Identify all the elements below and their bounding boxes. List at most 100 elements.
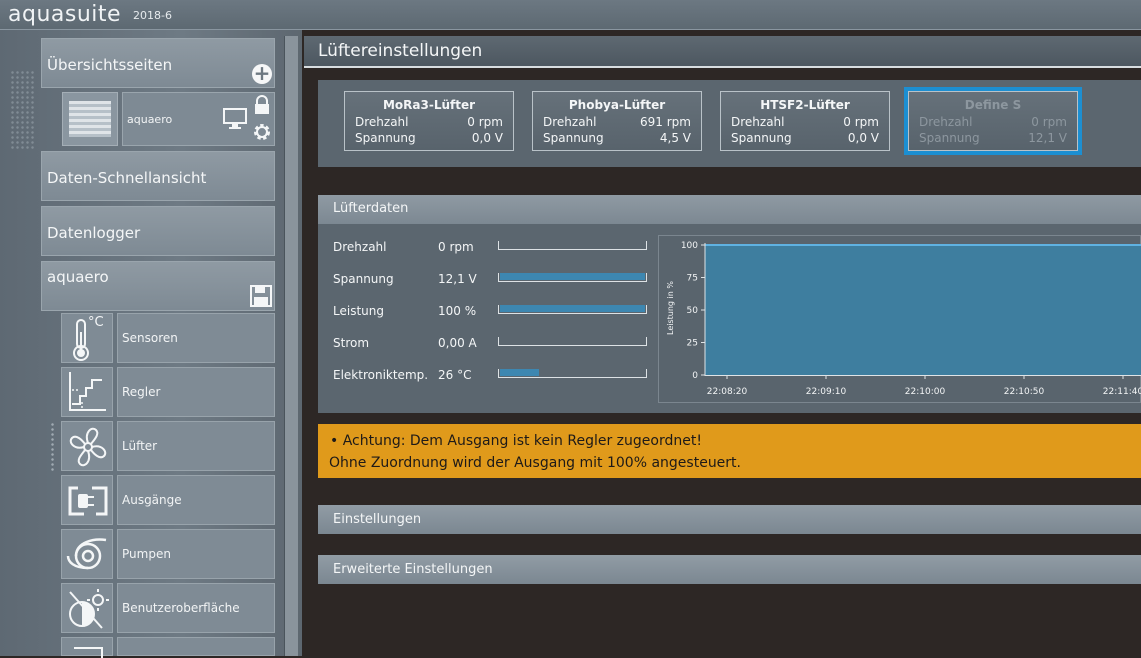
device-section-label: aquaero [47, 268, 109, 286]
voltage-value: 0,0 V [847, 131, 879, 145]
fan-data-row-bar [498, 241, 647, 250]
warning-line-2: Ohne Zuordnung wird der Ausgang mit 100%… [329, 455, 741, 471]
speed-label: Drehzahl [919, 115, 973, 129]
fan-card-mora3[interactable]: MoRa3-Lüfter Drehzahl 0 rpm Spannung 0,0… [344, 91, 514, 151]
chart-y-axis-label: Leistung in % [666, 281, 675, 335]
sidebar-item-label: Sensoren [122, 331, 178, 345]
add-page-icon[interactable]: + [252, 63, 272, 84]
fan-data-row-label: Spannung [333, 272, 394, 286]
voltage-label: Spannung [543, 131, 604, 145]
advanced-settings-section[interactable]: Erweiterte Einstellungen [318, 555, 1141, 584]
sidebar-item-controller[interactable]: Regler [61, 367, 275, 417]
advanced-settings-label: Erweiterte Einstellungen [333, 562, 493, 577]
sidebar-item-label: Lüfter [122, 439, 158, 453]
fan-data-row-value: 26 °C [438, 368, 472, 382]
sidebar-drag-dots [10, 70, 36, 150]
sidebar-drag-dots-2 [50, 422, 56, 472]
fan-name: HTSF2-Lüfter [760, 98, 850, 112]
fan-card-define-s[interactable]: Define S Drehzahl 0 rpm Spannung 12,1 V [904, 87, 1082, 155]
sidebar-item-outputs[interactable]: Ausgänge [61, 475, 275, 525]
fan-data-row-bar-fill [500, 273, 645, 280]
fan-icon [61, 421, 113, 471]
chart-x-tick-label: 22:08:20 [707, 387, 748, 397]
fan-data-row-label: Leistung [333, 304, 384, 318]
overview-pages[interactable]: Übersichtsseiten + [41, 38, 275, 88]
speed-value: 0 rpm [843, 115, 879, 129]
warning-line-1: • Achtung: Dem Ausgang ist kein Regler z… [330, 433, 702, 449]
fan-data-row-value: 100 % [438, 304, 477, 318]
fan-data-row-bar [498, 369, 647, 378]
sidebar-item-partial[interactable] [61, 637, 275, 658]
chart-x-tick-label: 22:11:40 [1103, 387, 1141, 397]
datalogger-button[interactable]: Datenlogger [41, 206, 275, 256]
voltage-value: 0,0 V [471, 131, 503, 145]
pump-icon [61, 529, 113, 579]
sidebar-scrollbar[interactable] [284, 36, 298, 656]
chart-y-tick-label: 50 [687, 306, 699, 316]
sidebar-item-user-interface[interactable]: Benutzeroberfläche [61, 583, 275, 633]
fan-name: Phobya-Lüfter [568, 98, 666, 112]
fan-data-row-bar [498, 273, 647, 282]
speed-value: 0 rpm [467, 115, 503, 129]
sidebar-item-pumps[interactable]: Pumpen [61, 529, 275, 579]
quick-view-button[interactable]: Daten-Schnellansicht [41, 151, 275, 201]
chart-y-tick-label: 100 [681, 241, 698, 251]
speed-label: Drehzahl [731, 115, 785, 129]
fan-data-row-bar [498, 305, 647, 314]
voltage-label: Spannung [731, 131, 792, 145]
fan-name: Define S [964, 98, 1022, 112]
fan-data-row-bar [498, 337, 647, 346]
sidebar-item-label: Pumpen [122, 547, 171, 561]
fan-data-row-value: 0 rpm [438, 240, 474, 254]
device-label: aquaero [127, 113, 173, 126]
fan-data-row-bar-fill [500, 369, 539, 376]
fan-data-header[interactable]: Lüfterdaten [318, 195, 1141, 224]
fan-card-htsf2[interactable]: HTSF2-Lüfter Drehzahl 0 rpm Spannung 0,0… [720, 91, 890, 151]
datalogger-label: Datenlogger [47, 224, 141, 242]
lock-icon[interactable] [253, 95, 271, 115]
sidebar-item-label: Ausgänge [122, 493, 182, 507]
device-thumbnail[interactable] [62, 92, 118, 146]
voltage-value: 12,1 V [1028, 131, 1067, 145]
fan-selector: MoRa3-Lüfter Drehzahl 0 rpm Spannung 0,0… [318, 80, 1141, 167]
device-section-header[interactable]: aquaero [41, 261, 275, 311]
fan-data-title: Lüfterdaten [333, 201, 409, 216]
plug-icon [61, 475, 113, 525]
fan-data-row-label: Drehzahl [333, 240, 387, 254]
sidebar-item-label: Benutzeroberfläche [122, 601, 240, 615]
page-title: Lüftereinstellungen [318, 41, 483, 61]
sidebar-item-fans[interactable]: Lüfter [61, 421, 275, 471]
controller-icon [61, 367, 113, 417]
thermometer-icon: °C [61, 313, 113, 363]
fan-name: MoRa3-Lüfter [382, 98, 476, 112]
settings-section[interactable]: Einstellungen [318, 505, 1141, 534]
power-chart: 0 25 50 75 100 22:08:20 22:09:10 22:10:00 22:10:… [658, 235, 1141, 403]
sidebar-item-sensors[interactable]: °C Sensoren [61, 313, 275, 363]
chart-x-tick-label: 22:09:10 [806, 387, 847, 397]
gear-icon[interactable] [251, 121, 273, 143]
monitor-icon[interactable] [223, 108, 249, 130]
chart-y-tick-label: 0 [692, 371, 698, 381]
quick-view-label: Daten-Schnellansicht [47, 169, 207, 187]
sidebar-item-label: Regler [122, 385, 161, 399]
warning-banner: • Achtung: Dem Ausgang ist kein Regler z… [318, 424, 1141, 478]
device-tile[interactable]: aquaero [122, 92, 275, 146]
save-icon[interactable] [250, 285, 272, 307]
speed-label: Drehzahl [543, 115, 597, 129]
chart-y-tick-label: 75 [687, 274, 698, 284]
voltage-label: Spannung [355, 131, 416, 145]
fan-data-row-value: 12,1 V [438, 272, 477, 286]
chart-x-tick-label: 22:10:00 [905, 387, 946, 397]
fan-card-phobya[interactable]: Phobya-Lüfter Drehzahl 691 rpm Spannung … [532, 91, 702, 151]
fan-data-row-bar-fill [500, 305, 645, 312]
app-name: aquasuite [8, 2, 122, 27]
fan-data-row-value: 0,00 A [438, 336, 477, 350]
speed-label: Drehzahl [355, 115, 409, 129]
chart-y-tick-label: 25 [687, 339, 698, 349]
chart-area [705, 245, 1141, 375]
app-version: 2018-6 [133, 9, 172, 22]
power-chart-svg: 0 25 50 75 100 22:08:20 22:09:10 22:10:00 22:10:… [666, 241, 1141, 397]
voltage-label: Spannung [919, 131, 980, 145]
voltage-value: 4,5 V [659, 131, 691, 145]
chart-x-tick-label: 22:10:50 [1004, 387, 1045, 397]
